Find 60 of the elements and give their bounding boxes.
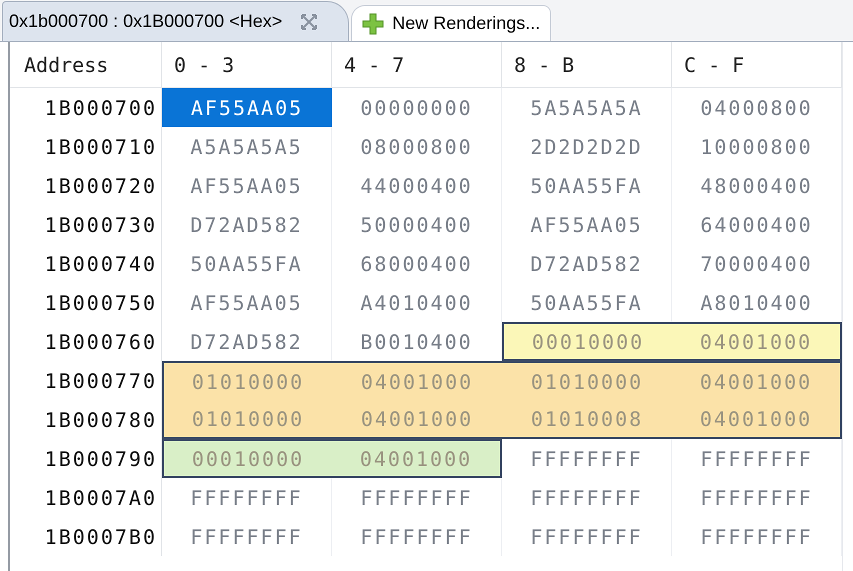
hex-cell[interactable]: 04001000: [332, 400, 502, 439]
hex-cell[interactable]: AF55AA05: [502, 205, 672, 244]
hex-cell[interactable]: 50AA55FA: [502, 166, 672, 205]
hex-cell[interactable]: 08000800: [332, 127, 502, 166]
hex-cell[interactable]: AF55AA05: [162, 166, 332, 205]
hex-cell[interactable]: 10000800: [672, 127, 842, 166]
hex-cell[interactable]: FFFFFFFF: [162, 478, 332, 517]
hex-cell[interactable]: 04001000: [672, 361, 842, 400]
hex-cell[interactable]: 01010000: [502, 361, 672, 400]
hex-cell[interactable]: 04001000: [332, 361, 502, 400]
tab[interactable]: 0x1b000700 : 0x1B000700 <Hex>: [2, 1, 350, 41]
column-header: C - F: [672, 42, 842, 88]
hex-cell[interactable]: 01010008: [502, 400, 672, 439]
plus-icon: [362, 12, 384, 34]
address-cell: 1B000740: [10, 244, 162, 283]
hex-cell[interactable]: FFFFFFFF: [162, 517, 332, 556]
address-cell: 1B0007A0: [10, 478, 162, 517]
close-icon[interactable]: [300, 12, 318, 30]
hex-cell[interactable]: AF55AA05: [162, 283, 332, 322]
column-header: 4 - 7: [332, 42, 502, 88]
hex-cell[interactable]: 00010000: [162, 439, 332, 478]
hex-cell[interactable]: 68000400: [332, 244, 502, 283]
hex-cell[interactable]: FFFFFFFF: [672, 439, 842, 478]
hex-cell[interactable]: 2D2D2D2D: [502, 127, 672, 166]
hex-cell[interactable]: FFFFFFFF: [672, 517, 842, 556]
column-header: 8 - B: [502, 42, 672, 88]
hex-cell[interactable]: FFFFFFFF: [332, 478, 502, 517]
hex-cell[interactable]: 04001000: [672, 400, 842, 439]
hex-cell[interactable]: 70000400: [672, 244, 842, 283]
hex-cell[interactable]: 44000400: [332, 166, 502, 205]
hex-cell[interactable]: 48000400: [672, 166, 842, 205]
hex-cell[interactable]: A4010400: [332, 283, 502, 322]
address-cell: 1B000720: [10, 166, 162, 205]
hex-cell[interactable]: D72AD582: [502, 244, 672, 283]
hex-cell[interactable]: D72AD582: [162, 205, 332, 244]
hex-cell[interactable]: A5A5A5A5: [162, 127, 332, 166]
hex-cell[interactable]: 04000800: [672, 88, 842, 127]
hex-cell[interactable]: 50000400: [332, 205, 502, 244]
hex-cell[interactable]: FFFFFFFF: [672, 478, 842, 517]
address-cell: 1B000730: [10, 205, 162, 244]
hex-cell[interactable]: 04001000: [332, 439, 502, 478]
address-cell: 1B0007B0: [10, 517, 162, 556]
address-cell: 1B000760: [10, 322, 162, 361]
hex-cell[interactable]: 50AA55FA: [162, 244, 332, 283]
hex-cell[interactable]: 00000000: [332, 88, 502, 127]
hex-cell[interactable]: 04001000: [672, 322, 842, 361]
hex-cell[interactable]: 64000400: [672, 205, 842, 244]
column-header: Address: [10, 42, 162, 88]
address-cell: 1B000750: [10, 283, 162, 322]
hex-cell[interactable]: 00010000: [502, 322, 672, 361]
tab[interactable]: New Renderings...: [351, 5, 552, 41]
hex-cell[interactable]: FFFFFFFF: [502, 478, 672, 517]
hex-cell[interactable]: FFFFFFFF: [502, 517, 672, 556]
hex-cell[interactable]: FFFFFFFF: [502, 439, 672, 478]
address-cell: 1B000710: [10, 127, 162, 166]
hex-cell[interactable]: FFFFFFFF: [332, 517, 502, 556]
hex-cell[interactable]: AF55AA05: [162, 88, 332, 127]
hex-cell[interactable]: 5A5A5A5A: [502, 88, 672, 127]
hex-cell[interactable]: 01010000: [162, 361, 332, 400]
hex-cell[interactable]: 01010000: [162, 400, 332, 439]
